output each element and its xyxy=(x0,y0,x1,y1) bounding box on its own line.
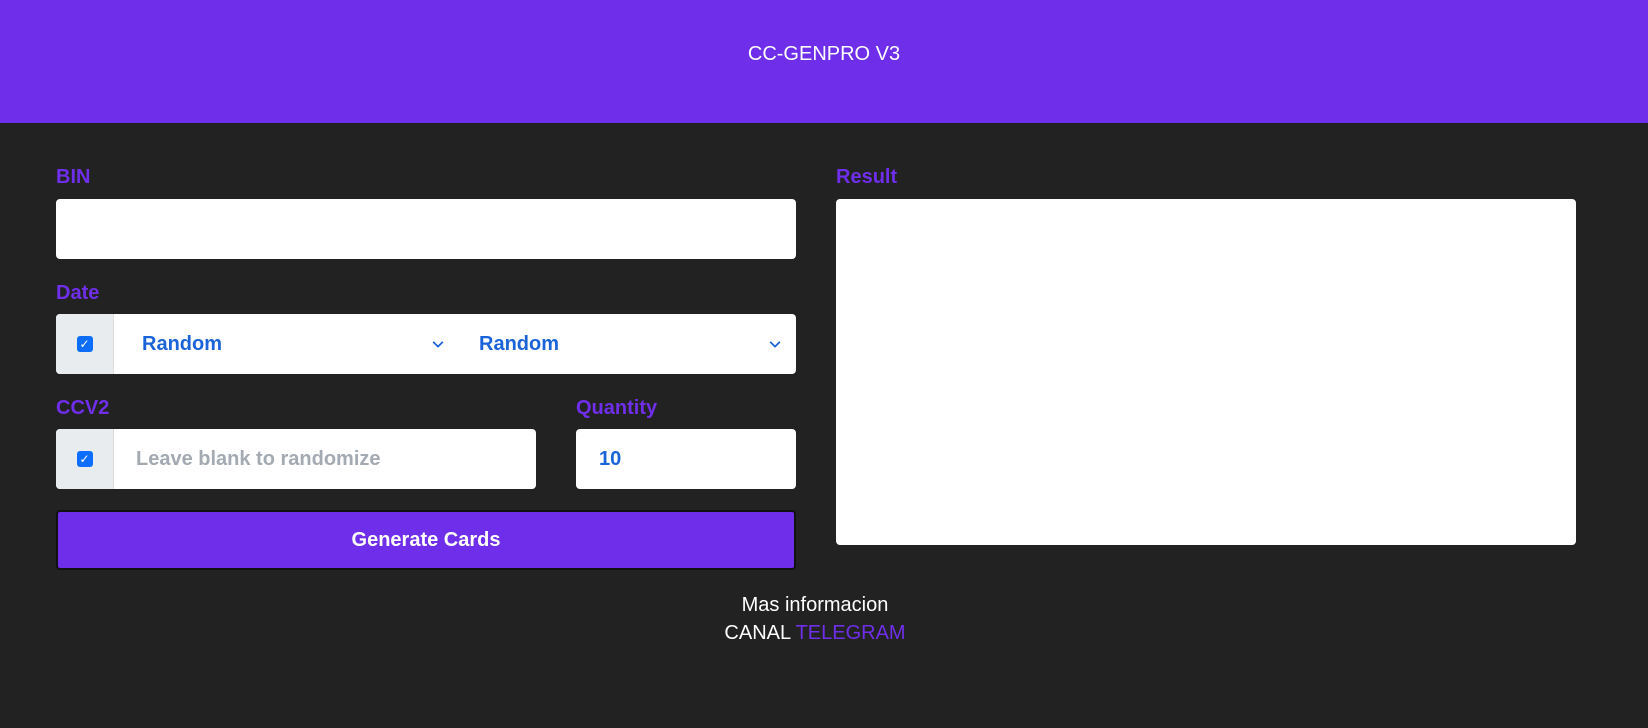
footer-info: Mas informacion xyxy=(741,594,889,616)
date-group: ✓ Random Random xyxy=(56,314,796,374)
footer-canal-line: CANAL TELEGRAM xyxy=(0,622,1630,645)
ccv-placeholder: Leave blank to randomize xyxy=(136,447,381,470)
quantity-label: Quantity xyxy=(576,397,658,419)
ccv-label: CCV2 xyxy=(56,397,110,419)
result-label: Result xyxy=(836,166,898,188)
bin-input[interactable] xyxy=(56,199,796,259)
chevron-down-icon xyxy=(769,341,781,348)
date-enable-checkbox[interactable]: ✓ xyxy=(76,336,93,352)
ccv-checkbox-addon: ✓ xyxy=(56,429,114,489)
bin-label: BIN xyxy=(56,166,91,188)
checkbox-checked-icon: ✓ xyxy=(79,452,90,466)
telegram-link[interactable]: TELEGRAM xyxy=(796,622,906,644)
date-checkbox-addon: ✓ xyxy=(56,314,114,374)
ccv-input[interactable]: Leave blank to randomize xyxy=(114,429,536,489)
year-select-value: Random xyxy=(479,332,559,355)
result-textarea[interactable] xyxy=(836,199,1576,545)
year-select[interactable]: Random xyxy=(459,314,796,374)
app-title: CC-GENPRO V3 xyxy=(747,43,901,65)
month-select-value: Random xyxy=(142,332,222,355)
footer-canal-text: CANAL xyxy=(724,622,791,644)
quantity-value: 10 xyxy=(599,447,622,470)
quantity-input[interactable]: 10 xyxy=(576,429,796,489)
app-header: CC-GENPRO V3 xyxy=(0,0,1648,123)
month-select[interactable]: Random xyxy=(114,314,459,374)
chevron-down-icon xyxy=(432,341,444,348)
checkbox-checked-icon: ✓ xyxy=(79,337,90,351)
ccv-group: ✓ Leave blank to randomize xyxy=(56,429,536,489)
date-label: Date xyxy=(56,282,100,304)
generate-cards-button[interactable]: Generate Cards xyxy=(56,510,796,570)
ccv-enable-checkbox[interactable]: ✓ xyxy=(76,451,93,467)
